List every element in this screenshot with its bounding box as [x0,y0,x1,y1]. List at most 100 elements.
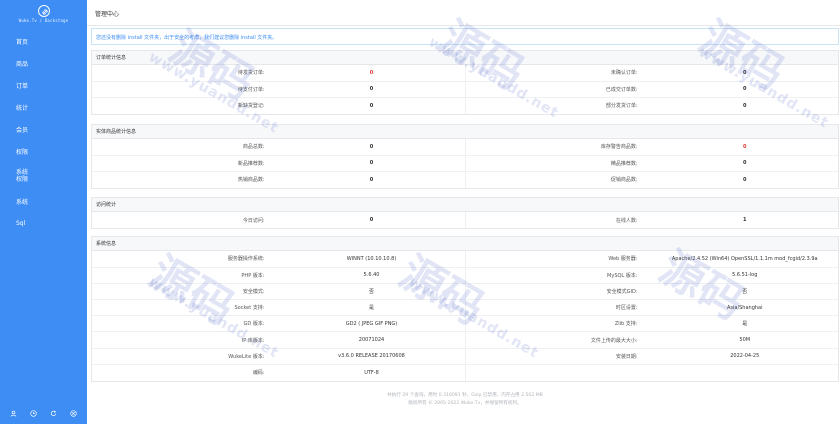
stat-value: 0 [743,176,747,183]
info-value: v3.6.0 RELEASE 20170608 [278,348,466,365]
page-header: 管理中心 [87,0,840,26]
alert-text: 您还没有删除 install 文件夹，出于安全的考虑，我们建议您删除 insta… [96,35,278,41]
sidebar-item-sql[interactable]: Sql [0,212,87,234]
info-label: 安装日期: [465,348,652,365]
sidebar-item-orders[interactable]: 订单 [0,74,87,96]
info-value: UTF-8 [278,364,466,381]
stat-value: 0 [651,139,838,156]
info-value: 是 [278,299,466,317]
table-row: IP 库版本: 20071024 文件上传的最大大小: 50M [92,331,838,349]
table-row: 待发货订单: 0 未确认订单: 0 [92,65,838,82]
stat-label: 待支付订单: [92,81,279,98]
table-row: GD 版本: GD2 ( JPEG GIF PNG) Zlib 支持: 是 [92,315,838,333]
info-label: IP 库版本: [92,331,279,349]
info-label: PHP 版本: [92,267,279,284]
stat-value: 0 [278,65,466,82]
stat-value: 0 [278,97,466,114]
logo-icon[interactable] [38,5,50,17]
user-icon[interactable] [9,408,19,418]
brand-text: Wuke.Tv / Backstage [18,18,69,23]
info-label: GD 版本: [92,315,279,333]
info-label [465,364,652,380]
sidebar-item-permissions[interactable]: 权限 [0,140,87,162]
system-info-section: 系统信息 服务器操作系统: WINNT (10.10.10.8) Web 服务器… [91,236,839,382]
stat-value: 0 [743,102,747,109]
refresh-icon[interactable] [48,408,58,418]
section-title: 系统信息 [92,237,838,251]
stat-label: 库存警告商品数: [465,139,652,156]
visit-stats-table: 今日访问: 0 在线人数: 1 [92,212,838,229]
section-title: 订单统计信息 [92,51,838,65]
table-row: Socket 支持: 是 时区设置: Asia/Shanghai [92,299,838,317]
sidebar-item-system-permissions[interactable]: 系统 权限 [0,162,87,190]
sidebar-item-system[interactable]: 系统 [0,190,87,212]
stat-value: 0 [278,155,466,172]
main-content: 管理中心 您还没有删除 install 文件夹，出于安全的考虑，我们建议您删除 … [87,0,840,424]
section-title: 实体商品统计信息 [92,125,838,139]
stat-label: 新品推荐数: [92,155,279,172]
table-row: 新品推荐数: 0 精品推荐数: 0 [92,155,838,172]
stat-value: 0 [651,81,838,98]
table-row: 待支付订单: 0 已成交订单数: 0 [92,81,838,98]
stat-label: 待发货订单: [92,65,279,82]
info-value: 5.6.51-log [651,267,838,284]
stat-value: 0 [278,139,466,156]
footer-query-stats: 共执行 29 个查询，用时 0.316091 秒，Gzip 已禁用，内存占用 2… [387,393,543,398]
section-title: 访问统计 [92,198,838,212]
info-value: Asia/Shanghai [651,299,838,317]
stat-label: 今日访问: [242,217,265,224]
visit-stats-section: 访问统计 今日访问: 0 在线人数: 1 [91,197,839,230]
orders-stats-table: 待发货订单: 0 未确认订单: 0 待支付订单: 0 已成交订单数: 0 新缺货… [92,65,838,114]
stat-value: 0 [651,65,838,82]
stat-value: 0 [278,212,466,229]
info-value: 是 [651,315,838,333]
stat-label: 精品推荐数: [465,155,652,172]
table-row: 今日访问: 0 在线人数: 1 [92,212,838,229]
info-label: WukeLite 版本: [92,348,279,365]
sidebar-item-home[interactable]: 首页 [0,30,87,52]
stat-label: 在线人数: [615,217,638,224]
info-value [652,364,839,380]
sidebar-nav: 首页 商品 订单 统计 会员 权限 系统 权限 系统 Sql [0,30,87,234]
info-value: 20071024 [278,331,466,349]
info-label: 安全模式GID: [465,283,652,301]
table-row: 编码: UTF-8 [92,364,839,381]
clock-icon[interactable] [29,408,39,418]
table-row: 服务器操作系统: WINNT (10.10.10.8) Web 服务器: Apa… [92,251,838,268]
goods-stats-section: 实体商品统计信息 商品总数: 0 库存警告商品数: 0 新品推荐数: 0 精品推… [91,124,839,189]
info-value: 5.6.40 [278,267,466,284]
orders-stats-section: 订单统计信息 待发货订单: 0 未确认订单: 0 待支付订单: 0 已成交订单数… [91,50,839,115]
stat-label: 部分发货订单: [605,103,638,110]
info-label: Web 服务器: [465,251,652,268]
install-warning-alert: 您还没有删除 install 文件夹，出于安全的考虑，我们建议您删除 insta… [91,28,839,45]
info-label: 服务器操作系统: [92,251,279,268]
sidebar: Wuke.Tv / Backstage 首页 商品 订单 统计 会员 权限 系统… [0,0,87,424]
info-label: Zlib 支持: [465,315,652,333]
sidebar-item-goods[interactable]: 商品 [0,52,87,74]
stat-label: 新缺货登记: [237,103,265,110]
stat-value: 0 [651,155,838,172]
info-label: 编码: [252,370,265,377]
info-value: 2022-04-25 [651,348,838,365]
system-info-table: 服务器操作系统: WINNT (10.10.10.8) Web 服务器: Apa… [92,251,838,381]
sidebar-item-members[interactable]: 会员 [0,118,87,140]
sidebar-item-stats[interactable]: 统计 [0,96,87,118]
info-label: Socket 支持: [92,299,279,317]
info-value: WINNT (10.10.10.8) [278,251,466,268]
info-label: 安全模式: [92,283,279,301]
stat-label: 未确认订单: [465,65,652,82]
stat-value: 1 [743,217,747,224]
goods-stats-table: 商品总数: 0 库存警告商品数: 0 新品推荐数: 0 精品推荐数: 0 热销商… [92,139,838,188]
table-row: 商品总数: 0 库存警告商品数: 0 [92,139,838,156]
page-footer: 共执行 29 个查询，用时 0.316091 秒，Gzip 已禁用，内存占用 2… [91,386,839,416]
sidebar-footer [0,406,87,420]
stat-label: 热销商品数: [237,177,265,184]
stat-value: 0 [278,171,466,188]
info-value: 否 [278,283,466,301]
info-value: 否 [651,283,838,301]
stat-label: 商品总数: [92,139,279,156]
table-row: 安全模式: 否 安全模式GID: 否 [92,283,838,301]
logout-icon[interactable] [68,408,78,418]
info-value: 50M [651,331,838,349]
stat-label: 促销商品数: [610,177,638,184]
